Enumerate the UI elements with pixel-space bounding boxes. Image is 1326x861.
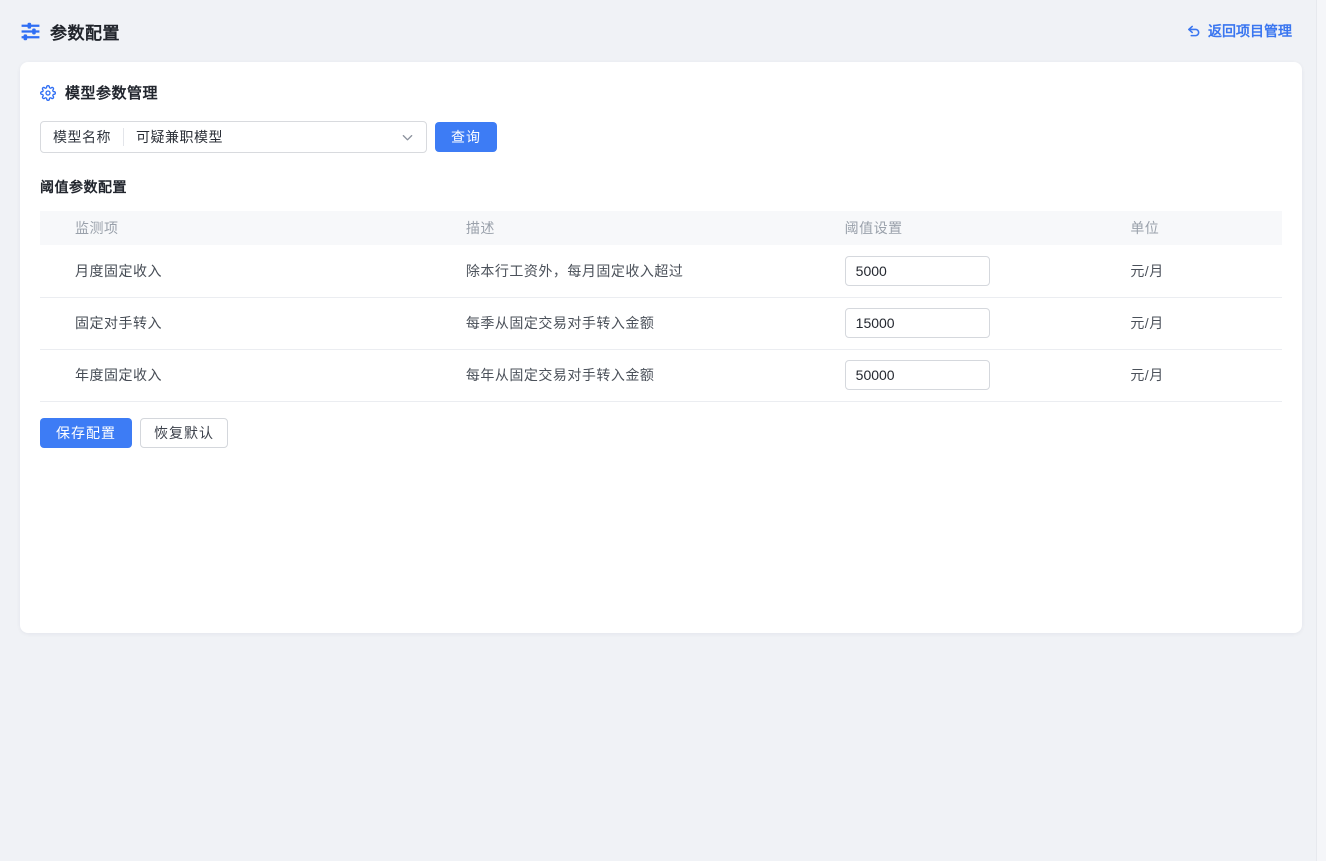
back-arrow-icon bbox=[1186, 24, 1201, 39]
save-config-button[interactable]: 保存配置 bbox=[40, 418, 132, 448]
model-name-select[interactable]: 可疑兼职模型 bbox=[124, 122, 426, 152]
description-cell: 每季从固定交易对手转入金额 bbox=[450, 297, 829, 349]
monitor-item-cell: 固定对手转入 bbox=[40, 297, 450, 349]
threshold-value-input[interactable] bbox=[845, 308, 990, 338]
page-title-group: 参数配置 bbox=[20, 19, 120, 44]
vertical-scrollbar-track[interactable] bbox=[1316, 0, 1326, 861]
unit-cell: 元/月 bbox=[1114, 349, 1282, 401]
card-title-row: 模型参数管理 bbox=[40, 82, 1282, 103]
threshold-value-input[interactable] bbox=[845, 360, 990, 390]
gear-icon bbox=[40, 85, 56, 101]
unit-cell: 元/月 bbox=[1114, 297, 1282, 349]
model-name-input-group: 模型名称 可疑兼职模型 bbox=[40, 121, 427, 153]
back-to-project-link[interactable]: 返回项目管理 bbox=[1186, 21, 1292, 41]
threshold-table: 监测项 描述 阈值设置 单位 月度固定收入 除本行工资外，每月固定收入超过 元/… bbox=[40, 211, 1282, 402]
sliders-icon bbox=[20, 21, 41, 42]
monitor-item-cell: 月度固定收入 bbox=[40, 245, 450, 297]
model-name-label: 模型名称 bbox=[41, 127, 123, 147]
chevron-down-icon bbox=[401, 131, 414, 144]
restore-default-button[interactable]: 恢复默认 bbox=[140, 418, 228, 448]
unit-cell: 元/月 bbox=[1114, 245, 1282, 297]
table-row: 固定对手转入 每季从固定交易对手转入金额 元/月 bbox=[40, 297, 1282, 349]
threshold-value-input[interactable] bbox=[845, 256, 990, 286]
table-body: 月度固定收入 除本行工资外，每月固定收入超过 元/月 固定对手转入 每季从固定交… bbox=[40, 245, 1282, 401]
back-link-label: 返回项目管理 bbox=[1208, 21, 1292, 41]
card-title: 模型参数管理 bbox=[65, 82, 158, 103]
footer-actions: 保存配置 恢复默认 bbox=[40, 418, 1282, 448]
table-row: 年度固定收入 每年从固定交易对手转入金额 元/月 bbox=[40, 349, 1282, 401]
monitor-item-cell: 年度固定收入 bbox=[40, 349, 450, 401]
model-name-selected-value: 可疑兼职模型 bbox=[136, 127, 223, 147]
threshold-cell bbox=[829, 297, 1115, 349]
page-title: 参数配置 bbox=[50, 19, 120, 44]
table-header: 监测项 描述 阈值设置 单位 bbox=[40, 211, 1282, 245]
model-parameter-card: 模型参数管理 模型名称 可疑兼职模型 查询 阈值参数配置 监测项 描述 bbox=[20, 62, 1302, 633]
threshold-section-title: 阈值参数配置 bbox=[40, 177, 1282, 197]
col-header-unit: 单位 bbox=[1114, 211, 1282, 245]
description-cell: 每年从固定交易对手转入金额 bbox=[450, 349, 829, 401]
col-header-threshold: 阈值设置 bbox=[829, 211, 1115, 245]
query-bar: 模型名称 可疑兼职模型 查询 bbox=[40, 121, 1282, 153]
description-cell: 除本行工资外，每月固定收入超过 bbox=[450, 245, 829, 297]
table-row: 月度固定收入 除本行工资外，每月固定收入超过 元/月 bbox=[40, 245, 1282, 297]
threshold-cell bbox=[829, 349, 1115, 401]
page-header: 参数配置 返回项目管理 bbox=[0, 0, 1326, 62]
query-button[interactable]: 查询 bbox=[435, 122, 497, 152]
col-header-desc: 描述 bbox=[450, 211, 829, 245]
col-header-item: 监测项 bbox=[40, 211, 450, 245]
threshold-cell bbox=[829, 245, 1115, 297]
